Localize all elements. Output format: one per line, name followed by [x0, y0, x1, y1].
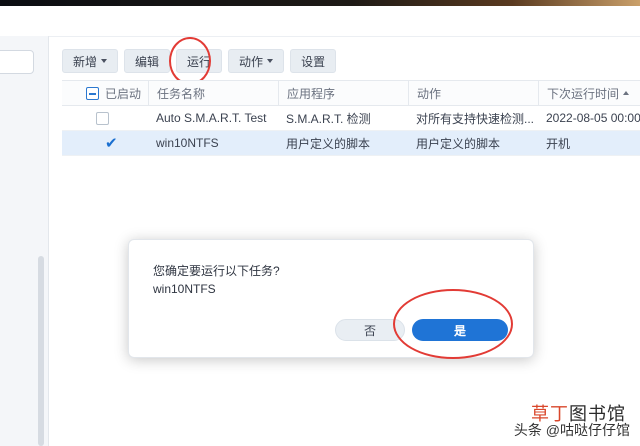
settings-button[interactable]: 设置	[290, 49, 337, 73]
watermark: 草丁图书馆 头条 @咕哒仔仔馆	[482, 398, 636, 442]
action-button-label: 动作	[239, 54, 264, 69]
next-run-cell: 2022-08-05 00:00	[546, 111, 640, 125]
column-header-action[interactable]: 动作	[408, 81, 538, 105]
dialog-task-name: win10NTFS	[153, 282, 216, 296]
table-header: 已启动 任务名称 应用程序 动作 下次运行时间	[62, 80, 640, 106]
add-button-label: 新增	[73, 54, 98, 69]
column-header-app[interactable]: 应用程序	[278, 81, 408, 105]
column-header-label: 下次运行时间	[547, 86, 620, 101]
column-header-task[interactable]: 任务名称	[148, 81, 278, 105]
enabled-checkbox[interactable]	[96, 112, 109, 126]
toolbar: 新增 编辑 运行 动作 设置	[62, 49, 337, 73]
action-button[interactable]: 动作	[228, 49, 285, 73]
chevron-down-icon	[101, 59, 108, 63]
sidebar	[0, 36, 49, 446]
column-header-next-run[interactable]: 下次运行时间	[538, 81, 640, 105]
yes-button[interactable]: 是	[412, 319, 508, 341]
task-table: 已启动 任务名称 应用程序 动作 下次运行时间 Auto S.M.A.R.T. …	[62, 80, 640, 156]
column-header-label: 动作	[417, 86, 442, 101]
sidebar-scrollbar[interactable]	[38, 256, 44, 446]
column-header-label: 已启动	[105, 86, 142, 101]
dialog-question: 您确定要运行以下任务?	[153, 264, 280, 278]
next-run-cell: 开机	[546, 136, 571, 151]
column-header-label: 任务名称	[157, 86, 206, 101]
run-button-label: 运行	[187, 54, 212, 69]
watermark-sub: 头条 @咕哒仔仔馆	[513, 422, 630, 438]
no-button[interactable]: 否	[335, 319, 405, 341]
sort-ascending-icon	[623, 91, 630, 95]
task-name-cell: Auto S.M.A.R.T. Test	[156, 111, 267, 125]
action-cell: 对所有支持快速检测...	[416, 111, 535, 126]
checkmark-icon[interactable]: ✔	[105, 135, 118, 152]
column-header-enabled[interactable]: 已启动	[62, 81, 148, 105]
select-all-checkbox[interactable]	[86, 86, 99, 100]
header-bar	[0, 6, 640, 37]
table-row[interactable]: ✔ win10NTFS 用户定义的脚本 用户定义的脚本 开机	[62, 131, 640, 156]
run-button[interactable]: 运行	[176, 49, 223, 73]
action-cell: 用户定义的脚本	[416, 136, 501, 151]
add-button[interactable]: 新增	[62, 49, 119, 73]
app-cell: S.M.A.R.T. 检测	[286, 111, 371, 126]
confirm-dialog: 您确定要运行以下任务? win10NTFS 否 是	[128, 239, 534, 358]
sidebar-search-input[interactable]	[0, 50, 34, 74]
edit-button-label: 编辑	[135, 54, 160, 69]
column-header-label: 应用程序	[287, 86, 336, 101]
edit-button[interactable]: 编辑	[124, 49, 171, 73]
table-row[interactable]: Auto S.M.A.R.T. Test S.M.A.R.T. 检测 对所有支持…	[62, 106, 640, 131]
chevron-down-icon	[267, 59, 274, 63]
app-cell: 用户定义的脚本	[286, 136, 371, 151]
settings-button-label: 设置	[301, 54, 326, 69]
task-name-cell: win10NTFS	[156, 136, 219, 150]
